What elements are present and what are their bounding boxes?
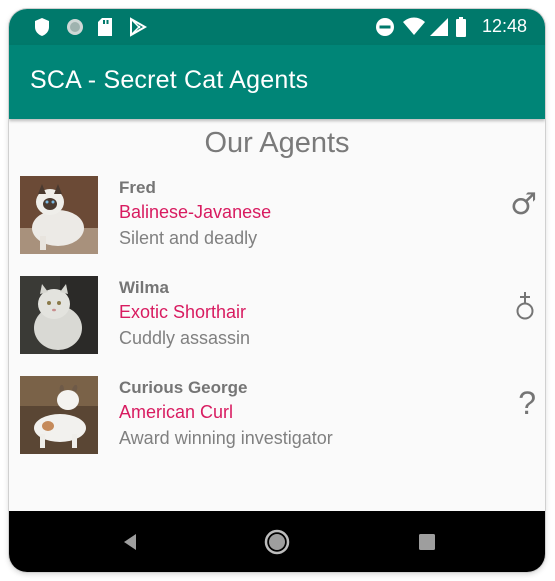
agent-photo — [20, 176, 98, 254]
male-icon: ♂ — [510, 187, 537, 222]
system-nav-bar — [9, 511, 545, 572]
circle-app-icon — [67, 19, 83, 35]
agent-row-curious-george[interactable]: Curious George American Curl Award winni… — [9, 375, 545, 459]
agent-breed: American Curl — [119, 402, 234, 422]
app-bar: SCA - Secret Cat Agents — [9, 45, 545, 119]
agent-description: Cuddly assassin — [119, 328, 251, 348]
status-bar: 12:48 — [9, 9, 545, 45]
agent-row-fred[interactable]: Fred Balinese-Javanese Silent and deadly… — [9, 175, 545, 259]
signal-icon — [430, 18, 448, 36]
wifi-icon — [403, 17, 425, 35]
agent-name: Wilma — [119, 278, 169, 297]
agent-breed: Balinese-Javanese — [119, 202, 272, 222]
sd-card-icon — [98, 18, 112, 36]
agent-name: Curious George — [119, 378, 248, 397]
page-title: Our Agents — [204, 127, 350, 159]
agent-row-wilma[interactable]: Wilma Exotic Shorthair Cuddly assassin ⚲ — [9, 275, 545, 359]
do-not-disturb-icon — [376, 18, 394, 36]
agent-description: Award winning investigator — [119, 428, 333, 448]
unknown-gender-icon: ? — [518, 385, 536, 421]
agent-photo — [20, 376, 98, 454]
battery-icon — [456, 17, 466, 37]
home-icon[interactable] — [264, 529, 290, 555]
agents-list-screen: Our Agents Fred Balinese-Javanese Silent… — [9, 119, 545, 511]
agent-photo — [20, 276, 98, 354]
back-icon[interactable] — [117, 529, 143, 555]
play-store-icon — [130, 17, 148, 37]
agent-breed: Exotic Shorthair — [119, 302, 247, 322]
shield-icon — [35, 18, 49, 36]
phone-screen: 12:48 SCA - Secret Cat Agents Our Agents… — [9, 9, 545, 572]
female-icon — [516, 292, 534, 320]
agent-description: Silent and deadly — [119, 228, 258, 248]
agent-name: Fred — [119, 178, 156, 197]
app-title: SCA - Secret Cat Agents — [30, 66, 309, 94]
status-clock: 12:48 — [481, 16, 527, 36]
recents-icon[interactable] — [414, 529, 440, 555]
